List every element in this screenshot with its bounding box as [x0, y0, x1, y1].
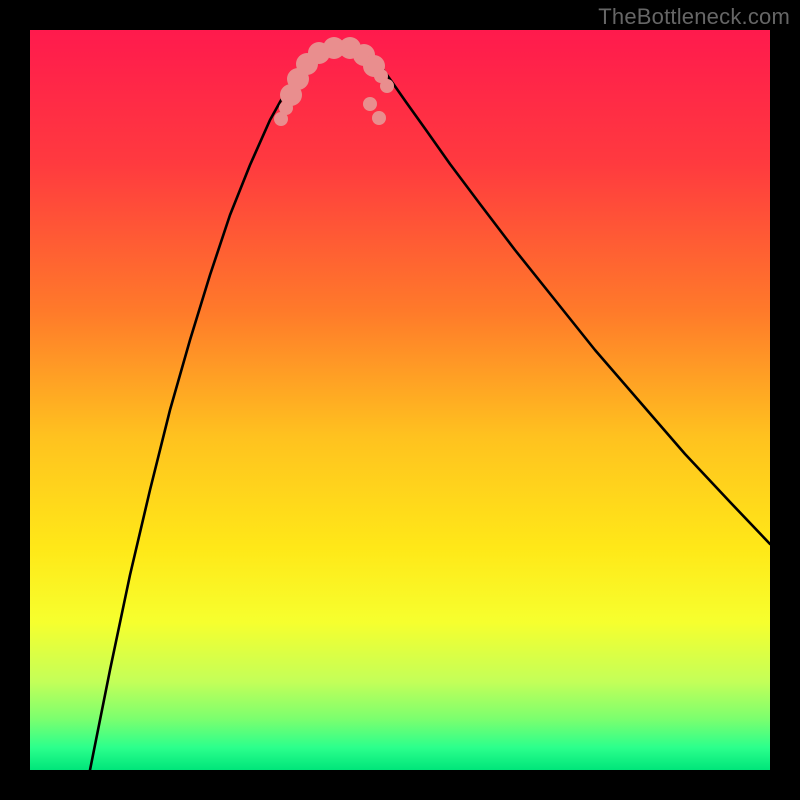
chart-svg — [30, 30, 770, 770]
gradient-background — [30, 30, 770, 770]
plot-area — [30, 30, 770, 770]
watermark-text: TheBottleneck.com — [598, 4, 790, 30]
marker-dot — [363, 97, 377, 111]
chart-frame: TheBottleneck.com — [0, 0, 800, 800]
marker-dot — [380, 79, 394, 93]
marker-dot — [372, 111, 386, 125]
